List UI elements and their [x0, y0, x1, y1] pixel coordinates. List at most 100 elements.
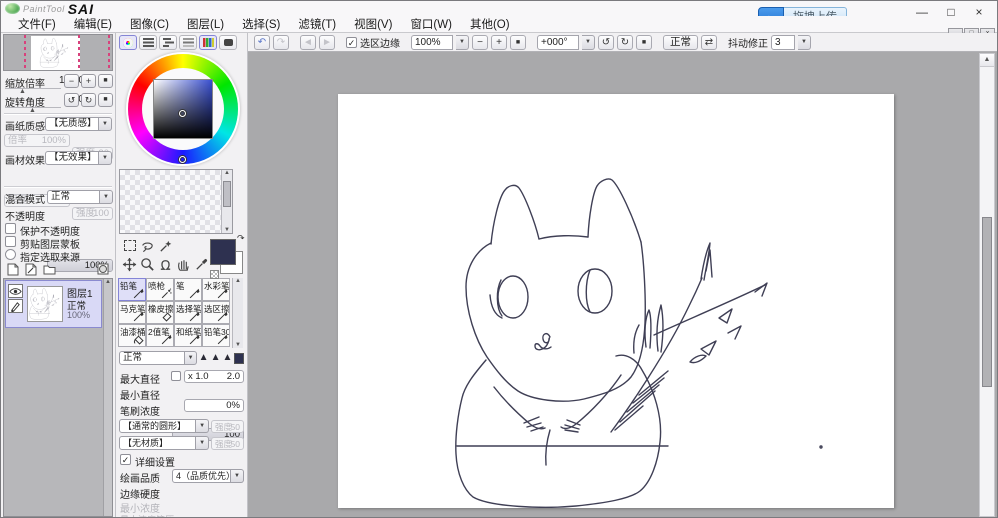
brush-tool-binary-pen[interactable]: 2值笔	[146, 324, 174, 347]
jitter-dropdown-button[interactable]: ▼	[798, 34, 811, 50]
brush-blend-dropdown-button[interactable]: ▼	[185, 351, 197, 365]
brush-tool-eraser[interactable]: 橡皮擦	[146, 301, 174, 324]
quality-dropdown-button[interactable]: ▼	[231, 469, 244, 483]
zoom-reset-button[interactable]: ■	[510, 34, 526, 50]
rotate-cw-button[interactable]: ↻	[617, 34, 633, 50]
zoom-in-button[interactable]: +	[491, 34, 507, 50]
selection-edge-checkbox[interactable]: ✓	[346, 36, 357, 48]
shape-strength-slider[interactable]: 强度 50	[211, 419, 244, 433]
brush-texture-dropdown-button[interactable]: ▼	[196, 436, 209, 450]
nav-zoom-in-button[interactable]: +	[81, 74, 96, 88]
quality-select[interactable]: 4（品质优先）	[172, 469, 231, 483]
marquee-select-tool[interactable]	[121, 237, 138, 254]
brush-shape-select[interactable]: 【通常的圆形】	[119, 419, 197, 433]
brush-blend-select[interactable]: 正常	[119, 351, 186, 365]
hue-marker[interactable]	[179, 156, 186, 163]
max-diameter-slider[interactable]: x 1.0 2.0	[184, 370, 244, 383]
brush-tool-washi-pen[interactable]: 和纸笔	[174, 324, 202, 347]
eyedropper-tool[interactable]	[193, 256, 210, 273]
blend-mode-select[interactable]: 正常	[47, 190, 100, 204]
brush-shape-dropdown-button[interactable]: ▼	[196, 419, 209, 433]
redo-button[interactable]: ↷	[273, 34, 289, 50]
layer-row[interactable]: 图层1 正常 100%	[5, 280, 102, 328]
canvas-area[interactable]: ▲	[248, 52, 997, 517]
layer-mask-button[interactable]	[97, 263, 109, 275]
rgb-slider-toggle[interactable]	[139, 35, 157, 50]
menu-filter[interactable]: 滤镜(T)	[289, 16, 345, 32]
hsv-slider-toggle[interactable]	[159, 35, 177, 50]
saturation-value-square[interactable]	[153, 79, 213, 139]
menu-select[interactable]: 选择(S)	[233, 16, 289, 32]
brush-edge-square-icon[interactable]	[234, 352, 244, 364]
empty-tool-slot[interactable]	[175, 237, 192, 254]
brush-tool-pen[interactable]: 笔	[174, 278, 202, 301]
magic-wand-tool[interactable]	[157, 237, 174, 254]
brush-edge-soft-icon[interactable]: ▲	[199, 351, 209, 365]
brush-tool-watercolor[interactable]: 水彩笔	[202, 278, 230, 301]
angle-value-field[interactable]: +000°	[537, 34, 579, 50]
undo-button[interactable]: ↶	[254, 34, 270, 50]
swatches-toggle[interactable]	[219, 35, 237, 50]
color-wheel-toggle[interactable]	[119, 35, 137, 50]
brush-edge-medium-icon[interactable]: ▲	[211, 351, 221, 365]
nav-rotation-reset-button[interactable]: ■	[98, 93, 113, 107]
layer-list-scrollbar[interactable]: ▲	[103, 279, 112, 516]
nav-zoom-reset-button[interactable]: ■	[98, 74, 113, 88]
max-diameter-unit-button[interactable]	[171, 371, 181, 381]
paint-canvas[interactable]	[338, 94, 894, 508]
brush-grid-scrollbar[interactable]: ▲ ▼	[232, 278, 243, 348]
canvas-scroll-thumb[interactable]	[982, 217, 992, 387]
paper-texture-dropdown-button[interactable]: ▼	[99, 117, 112, 131]
scroll-up-icon[interactable]: ▲	[233, 278, 243, 284]
nav-rotate-ccw-button[interactable]: ↺	[64, 93, 79, 107]
brush-texture-select[interactable]: 【无材质】	[119, 436, 197, 450]
empty-tool-slot[interactable]	[193, 237, 210, 254]
nav-rotate-cw-button[interactable]: ↻	[81, 93, 96, 107]
selection-source-radio[interactable]	[5, 249, 16, 260]
menu-edit[interactable]: 编辑(E)	[65, 16, 121, 32]
menu-file[interactable]: 文件(F)	[9, 16, 65, 32]
menu-image[interactable]: 图像(C)	[121, 16, 178, 32]
material-effect-dropdown-button[interactable]: ▼	[99, 151, 112, 165]
texture-strength-slider[interactable]: 强度 50	[211, 436, 244, 450]
scroll-down-icon[interactable]: ▼	[222, 227, 232, 233]
advanced-settings-checkbox[interactable]: ✓	[120, 454, 131, 465]
foreground-color-swatch[interactable]	[210, 239, 236, 265]
lasso-tool[interactable]	[139, 237, 156, 254]
flip-view-button[interactable]: ⇄	[701, 34, 717, 50]
paper-texture-select[interactable]: 【无质感】	[45, 117, 99, 131]
zoom-out-button[interactable]: −	[472, 34, 488, 50]
brush-edge-hard-icon[interactable]: ▲	[222, 351, 232, 365]
color-scratchpad[interactable]: ▲ ▼	[119, 169, 233, 234]
menu-view[interactable]: 视图(V)	[345, 16, 401, 32]
menu-window[interactable]: 窗口(W)	[401, 16, 461, 32]
swap-colors-button[interactable]: ↷	[237, 233, 245, 244]
zoom-value-field[interactable]: 100%	[411, 34, 453, 50]
move-tool[interactable]	[121, 256, 138, 273]
scroll-up-icon[interactable]: ▲	[222, 170, 232, 176]
min-diameter-slider[interactable]: 0%	[184, 399, 244, 412]
clip-mask-checkbox[interactable]	[5, 236, 16, 247]
next-selection-button[interactable]: ►	[319, 34, 335, 50]
transparent-color-swatch[interactable]	[210, 270, 219, 279]
scratchpad-scroll-thumb[interactable]	[223, 181, 231, 207]
brush-tool-airbrush[interactable]: 喷枪	[146, 278, 174, 301]
menu-layer[interactable]: 图层(L)	[178, 16, 233, 32]
jitter-value-field[interactable]: 3	[771, 34, 795, 50]
mixer-toggle[interactable]	[199, 35, 217, 50]
effect-strength-slider[interactable]: 强度 100	[72, 207, 113, 220]
scratchpad-scrollbar[interactable]: ▲ ▼	[221, 170, 232, 233]
brush-tool-bucket[interactable]: 油漆桶	[118, 324, 146, 347]
blend-mode-dropdown-button[interactable]: ▼	[100, 190, 113, 204]
layer-draft-toggle[interactable]	[8, 299, 23, 313]
protect-opacity-checkbox[interactable]	[5, 223, 16, 234]
brush-tool-pencil[interactable]: 铅笔	[118, 278, 146, 301]
material-effect-select[interactable]: 【无效果】	[45, 151, 99, 165]
brush-tool-selection-eraser[interactable]: 选区擦	[202, 301, 230, 324]
navigator-preview[interactable]	[3, 34, 113, 71]
zoom-tool[interactable]	[139, 256, 156, 273]
prev-selection-button[interactable]: ◄	[300, 34, 316, 50]
hand-tool[interactable]	[175, 256, 192, 273]
new-folder-button[interactable]	[43, 264, 56, 275]
brush-tool-selection-pen[interactable]: 选择笔	[174, 301, 202, 324]
